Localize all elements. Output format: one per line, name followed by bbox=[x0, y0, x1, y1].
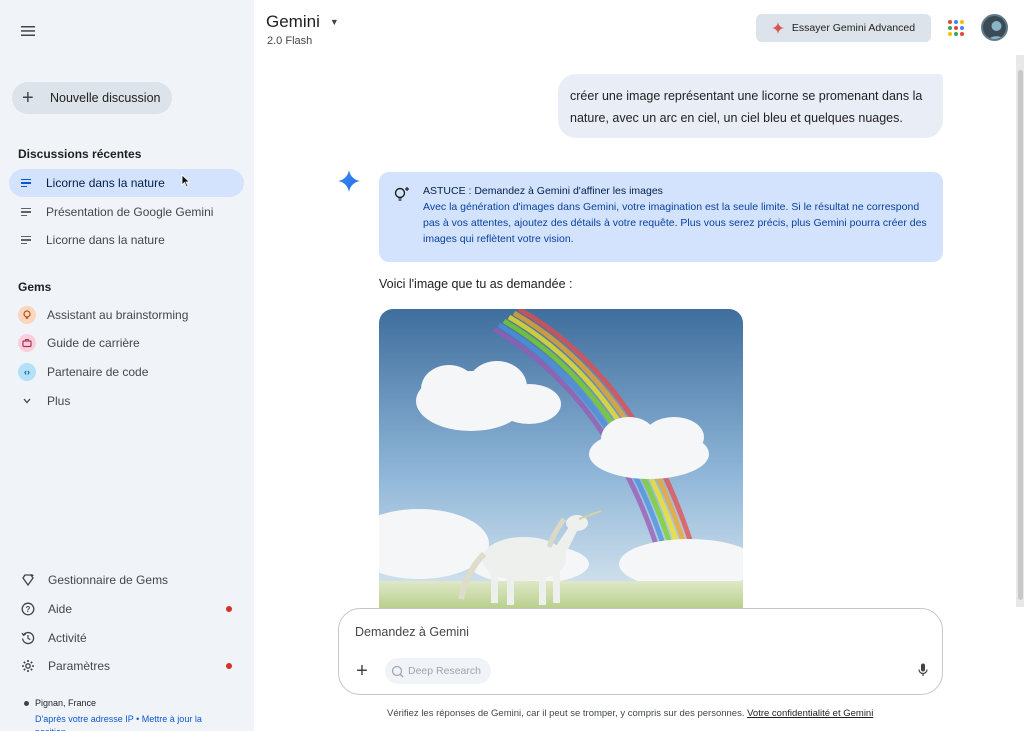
deep-research-icon bbox=[391, 665, 404, 677]
microphone-icon[interactable] bbox=[918, 663, 928, 677]
generated-image[interactable] bbox=[379, 309, 743, 609]
gem-label: Assistant au brainstorming bbox=[47, 308, 189, 322]
recent-chat-label: Licorne dans la nature bbox=[46, 176, 165, 190]
chat-icon bbox=[21, 179, 31, 187]
prompt-input[interactable]: Demandez à Gemini bbox=[355, 625, 469, 639]
sparkle-icon bbox=[771, 22, 784, 34]
tip-title: ASTUCE : Demandez à Gemini d'affiner les… bbox=[423, 185, 663, 197]
more-gems-button[interactable]: Plus bbox=[18, 390, 70, 412]
recent-chat-label: Présentation de Google Gemini bbox=[46, 205, 214, 219]
gem-brainstorming[interactable]: Assistant au brainstorming bbox=[18, 304, 188, 326]
google-apps-icon[interactable] bbox=[948, 20, 964, 36]
gem-career-guide[interactable]: Guide de carrière bbox=[18, 332, 140, 354]
mouse-cursor-icon bbox=[181, 174, 191, 188]
gemini-sparkle-icon bbox=[338, 170, 360, 192]
recent-chat-item[interactable]: Licorne dans la nature bbox=[9, 226, 244, 254]
user-message: créer une image représentant une licorne… bbox=[558, 74, 943, 138]
help-icon: ? bbox=[20, 602, 36, 616]
chevron-down-icon bbox=[18, 392, 36, 410]
model-name: 2.0 Flash bbox=[267, 35, 313, 47]
activity-button[interactable]: Activité bbox=[20, 628, 240, 648]
plus-icon: + bbox=[356, 659, 368, 682]
svg-text:?: ? bbox=[26, 605, 31, 614]
gem-manager-button[interactable]: Gestionnaire de Gems bbox=[20, 570, 240, 590]
gem-code-partner[interactable]: ‹› Partenaire de code bbox=[18, 361, 148, 383]
privacy-link[interactable]: Votre confidentialité et Gemini bbox=[747, 708, 873, 719]
avatar[interactable] bbox=[981, 14, 1008, 41]
recent-chat-label: Licorne dans la nature bbox=[46, 233, 165, 247]
prompt-input-box[interactable]: Demandez à Gemini + Deep Research bbox=[338, 608, 943, 695]
disclaimer-text: Vérifiez les réponses de Gemini, car il … bbox=[387, 708, 745, 719]
location-dot-icon bbox=[24, 701, 29, 707]
sidebar: + Nouvelle discussion Discussions récent… bbox=[0, 0, 254, 731]
settings-icon bbox=[20, 659, 36, 673]
briefcase-icon bbox=[18, 334, 36, 352]
settings-button[interactable]: Paramètres bbox=[20, 656, 240, 676]
chat-icon bbox=[21, 208, 31, 216]
bottom-item-label: Gestionnaire de Gems bbox=[48, 573, 169, 587]
gems-title: Gems bbox=[18, 280, 52, 294]
lightbulb-sparkle-icon bbox=[394, 187, 409, 201]
location-info: Pignan, France D'après votre adresse IP … bbox=[24, 698, 235, 731]
bottom-item-label: Paramètres bbox=[48, 659, 111, 673]
tip-box: ASTUCE : Demandez à Gemini d'affiner les… bbox=[379, 172, 943, 262]
notification-dot bbox=[226, 663, 232, 669]
plus-icon: + bbox=[22, 87, 34, 109]
recent-chat-item[interactable]: Licorne dans la nature bbox=[9, 169, 244, 197]
code-icon: ‹› bbox=[18, 363, 36, 381]
chat-icon bbox=[21, 236, 31, 244]
caret-down-icon: ▼ bbox=[329, 17, 339, 27]
model-selector[interactable]: Gemini ▼ bbox=[266, 12, 339, 32]
bottom-item-label: Aide bbox=[48, 602, 73, 616]
try-advanced-button[interactable]: Essayer Gemini Advanced bbox=[756, 14, 931, 42]
gem-label: Guide de carrière bbox=[47, 336, 140, 350]
new-chat-label: Nouvelle discussion bbox=[50, 91, 161, 105]
lightbulb-icon bbox=[18, 306, 36, 324]
scrollbar-thumb[interactable] bbox=[1018, 70, 1023, 600]
app-title: Gemini bbox=[266, 12, 320, 31]
reply-text: Voici l'image que tu as demandée : bbox=[379, 277, 573, 291]
location-separator: • bbox=[136, 714, 140, 724]
more-label: Plus bbox=[47, 394, 71, 408]
gem-manager-icon bbox=[20, 573, 36, 587]
recent-chats-title: Discussions récentes bbox=[18, 147, 142, 161]
help-button[interactable]: ? Aide bbox=[20, 599, 240, 619]
location-source: D'après votre adresse IP bbox=[35, 714, 134, 724]
notification-dot bbox=[226, 606, 232, 612]
main-menu-button[interactable] bbox=[16, 19, 40, 43]
recent-chat-item[interactable]: Présentation de Google Gemini bbox=[9, 198, 244, 226]
hamburger-menu-icon bbox=[21, 26, 35, 36]
bottom-item-label: Activité bbox=[48, 631, 87, 645]
gem-label: Partenaire de code bbox=[47, 365, 149, 379]
deep-research-button[interactable]: Deep Research bbox=[385, 658, 491, 684]
location-place: Pignan, France bbox=[35, 698, 97, 708]
new-chat-button[interactable]: + Nouvelle discussion bbox=[12, 82, 173, 114]
history-icon bbox=[20, 631, 36, 645]
deep-research-label: Deep Research bbox=[408, 665, 481, 677]
disclaimer: Vérifiez les réponses de Gemini, car il … bbox=[387, 708, 873, 719]
add-attachment-button[interactable]: + bbox=[348, 657, 376, 685]
tip-text: Avec la génération d'images dans Gemini,… bbox=[423, 201, 927, 245]
advanced-label: Essayer Gemini Advanced bbox=[791, 22, 916, 34]
